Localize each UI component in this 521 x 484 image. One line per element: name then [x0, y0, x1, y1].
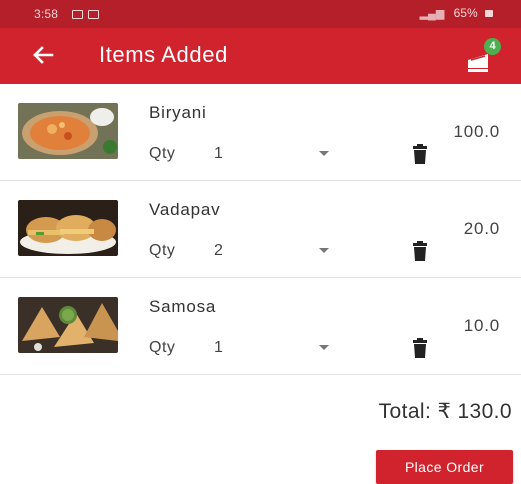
qty-dropdown[interactable]: 2	[214, 242, 223, 260]
delete-icon[interactable]	[412, 338, 428, 358]
chevron-down-icon[interactable]	[319, 345, 329, 350]
item-price: 100.0	[453, 122, 500, 141]
delete-icon[interactable]	[412, 144, 428, 164]
cart-items-list: Biryani Qty 1 100.0 Vadapav Qty 2 20.0 S…	[0, 84, 521, 375]
order-total: Total: ₹ 130.0	[378, 400, 512, 423]
page-title: Items Added	[99, 42, 228, 67]
notification-icon	[88, 10, 99, 19]
qty-label: Qty	[149, 145, 176, 162]
status-bar: 3:58 ▂▄▆ 65%	[0, 0, 521, 28]
cart-count-badge: 4	[484, 38, 501, 55]
app-bar: Items Added 4	[0, 28, 521, 84]
list-item: Biryani Qty 1 100.0	[0, 84, 521, 181]
signal-icon: ▂▄▆	[419, 8, 445, 20]
list-item: Samosa Qty 1 10.0	[0, 278, 521, 375]
gallery-icon	[72, 10, 83, 19]
cart-button[interactable]: 4	[463, 38, 503, 74]
samosa-photo	[18, 297, 118, 353]
status-time: 3:58	[34, 7, 59, 21]
item-name: Biryani	[149, 103, 207, 122]
qty-label: Qty	[149, 339, 176, 356]
delete-icon[interactable]	[412, 241, 428, 261]
chevron-down-icon[interactable]	[319, 151, 329, 156]
qty-label: Qty	[149, 242, 176, 259]
status-right: ▂▄▆ 65%	[420, 6, 493, 20]
list-item: Vadapav Qty 2 20.0	[0, 181, 521, 278]
status-notification-icons	[72, 8, 104, 22]
vadapav-photo	[18, 200, 118, 256]
qty-dropdown[interactable]: 1	[214, 145, 223, 163]
qty-dropdown[interactable]: 1	[214, 339, 223, 357]
biryani-photo	[18, 103, 118, 159]
item-price: 20.0	[463, 219, 500, 238]
back-arrow-icon[interactable]	[28, 40, 58, 70]
place-order-button[interactable]: Place Order	[376, 450, 513, 484]
lock-icon	[485, 10, 493, 18]
item-name: Vadapav	[149, 200, 221, 219]
battery-level: 65%	[453, 6, 478, 20]
item-name: Samosa	[149, 297, 217, 316]
chevron-down-icon[interactable]	[319, 248, 329, 253]
item-price: 10.0	[463, 316, 500, 335]
